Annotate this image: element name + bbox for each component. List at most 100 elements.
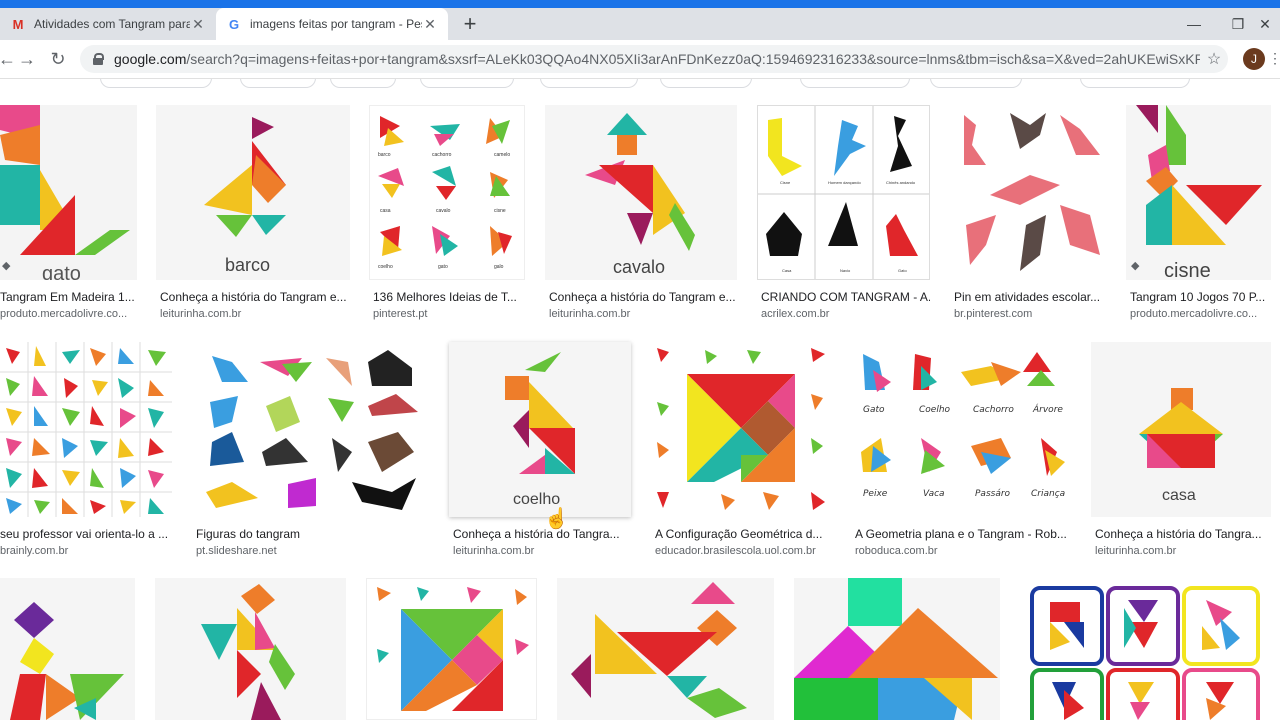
tangram-grid-image: barco cachorro camelo casa cavalo cisne … — [378, 116, 512, 270]
result-thumbnail[interactable] — [651, 342, 831, 517]
gmail-icon: M — [12, 16, 24, 32]
tangram-house2-image — [794, 578, 998, 720]
result-thumbnail[interactable] — [950, 105, 1106, 280]
result-thumbnail[interactable] — [366, 578, 537, 720]
result-thumbnail[interactable] — [0, 578, 135, 720]
result-thumbnail[interactable] — [557, 578, 774, 720]
tangram-brainly-grid-image — [0, 342, 172, 517]
result-source[interactable]: roboduca.com.br — [855, 545, 1071, 557]
image-label: cavalo — [613, 257, 665, 277]
result-thumbnail[interactable] — [1020, 578, 1271, 720]
result-source[interactable]: leiturinha.com.br — [453, 545, 631, 557]
result-title[interactable]: Tangram Em Madeira 1... — [0, 290, 137, 304]
more-menu-icon[interactable]: ⋮ — [1268, 50, 1280, 67]
result-title[interactable]: Conheça a história do Tangram e... — [549, 290, 737, 304]
svg-text:Gato: Gato — [863, 405, 885, 415]
result-title[interactable]: Conheça a história do Tangram e... — [160, 290, 350, 304]
close-window-button[interactable]: ✕ — [1250, 8, 1280, 40]
result-source[interactable]: produto.mercadolivre.co... — [1130, 308, 1271, 320]
svg-text:casa: casa — [380, 208, 391, 214]
close-icon[interactable]: ✕ — [190, 16, 206, 33]
result-thumbnail[interactable]: barco cachorro camelo casa cavalo cisne … — [369, 105, 525, 280]
result-thumbnail[interactable]: gato ◆ — [0, 105, 137, 280]
result-thumbnail[interactable]: Cisne Homem dançando Chinês andando Casa… — [757, 105, 930, 280]
svg-text:Criança: Criança — [1031, 489, 1065, 499]
result-source[interactable]: leiturinha.com.br — [1095, 545, 1271, 557]
result-title[interactable]: Figuras do tangram — [196, 527, 429, 541]
svg-text:Casa: Casa — [782, 268, 792, 273]
result-source[interactable]: leiturinha.com.br — [549, 308, 737, 320]
url-field[interactable]: google.com/search?q=imagens+feitas+por+t… — [80, 45, 1228, 73]
result-thumbnail[interactable]: coelho — [449, 342, 631, 517]
star-icon[interactable]: ☆ — [1200, 49, 1228, 69]
result-thumbnail[interactable] — [794, 578, 1000, 720]
tangram-boat-image: barco — [204, 117, 286, 275]
result-title[interactable]: A Configuração Geométrica d... — [655, 527, 831, 541]
result-thumbnail[interactable] — [0, 342, 172, 517]
image-label: gato — [42, 263, 81, 280]
result-thumbnail[interactable]: casa — [1091, 342, 1271, 517]
result-title[interactable]: A Geometria plana e o Tangram - Rob... — [855, 527, 1071, 541]
hand-cursor-icon: ☝ — [544, 508, 569, 530]
svg-text:Árvore: Árvore — [1032, 403, 1063, 415]
tangram-letters-image — [1030, 586, 1260, 720]
result-title[interactable]: Pin em atividades escolar... — [954, 290, 1106, 304]
svg-text:barco: barco — [378, 152, 391, 158]
filter-chip[interactable] — [1080, 79, 1190, 88]
result-source[interactable]: brainly.com.br — [0, 545, 172, 557]
svg-text:Peixe: Peixe — [863, 489, 888, 499]
result-source[interactable]: produto.mercadolivre.co... — [0, 308, 137, 320]
svg-text:Navio: Navio — [840, 268, 851, 273]
tab-atividades[interactable]: M Atividades com Tangram para 3º ✕ — [0, 8, 216, 40]
result-source[interactable]: pinterest.pt — [373, 308, 525, 320]
filter-chip[interactable] — [660, 79, 752, 88]
result-thumbnail[interactable]: barco — [156, 105, 350, 280]
url-text[interactable]: google.com/search?q=imagens+feitas+por+t… — [114, 51, 1200, 67]
svg-text:Homem dançando: Homem dançando — [828, 180, 861, 185]
new-tab-button[interactable]: + — [458, 12, 482, 36]
result-thumbnail[interactable] — [155, 578, 346, 720]
result-thumbnail[interactable]: cavalo — [545, 105, 737, 280]
result-thumbnail[interactable] — [192, 342, 429, 517]
result-title[interactable]: seu professor vai orienta-lo a ... — [0, 527, 172, 541]
tangram-swan-image: cisne — [1136, 105, 1262, 280]
tangram-square2-image — [377, 587, 529, 711]
avatar[interactable]: J — [1243, 48, 1265, 70]
reload-icon[interactable]: ↻ — [47, 48, 69, 70]
filter-chip[interactable] — [420, 79, 514, 88]
result-source[interactable]: pt.slideshare.net — [196, 545, 429, 557]
result-thumbnail[interactable]: cisne ◆ — [1126, 105, 1271, 280]
svg-text:coelho: coelho — [378, 264, 393, 270]
filter-chip[interactable] — [330, 79, 396, 88]
result-source[interactable]: acrilex.com.br — [761, 308, 930, 320]
result-thumbnail[interactable]: Gato Coelho Cachorro Árvore Peixe Vaca Passár… — [851, 342, 1071, 517]
image-label: cisne — [1164, 260, 1211, 280]
result-source[interactable]: leiturinha.com.br — [160, 308, 350, 320]
tab-strip: M Atividades com Tangram para 3º ✕ G ima… — [0, 8, 1280, 40]
result-title[interactable]: CRIANDO COM TANGRAM - A... — [761, 290, 930, 304]
svg-text:Cisne: Cisne — [780, 180, 791, 185]
result-source[interactable]: br.pinterest.com — [954, 308, 1106, 320]
filter-chip[interactable] — [100, 79, 212, 88]
result-title[interactable]: Tangram 10 Jogos 70 P... — [1130, 290, 1271, 304]
filter-chip[interactable] — [540, 79, 638, 88]
result-source[interactable]: educador.brasilescola.uol.com.br — [655, 545, 831, 557]
result-title[interactable]: Conheça a história do Tangra... — [1095, 527, 1271, 541]
tangram-running-image — [571, 582, 747, 718]
lock-icon[interactable] — [92, 53, 104, 65]
result-title[interactable]: Conheça a história do Tangra... — [453, 527, 631, 541]
forward-icon[interactable]: → — [16, 48, 38, 70]
minimize-button[interactable]: — — [1174, 8, 1214, 40]
filter-chip[interactable] — [240, 79, 316, 88]
tangram-square-image — [657, 348, 825, 510]
filter-chips — [0, 79, 1280, 91]
result-title[interactable]: 136 Melhores Ideias de T... — [373, 290, 525, 304]
image-results: gato ◆ Tangram Em Madeira 1... produto.m… — [0, 79, 1280, 720]
tangram-pink-animals-image — [964, 113, 1100, 271]
filter-chip[interactable] — [800, 79, 910, 88]
tab-imagens[interactable]: G imagens feitas por tangram - Pes ✕ — [216, 8, 448, 40]
tangram-duck-image — [10, 602, 124, 720]
image-label: casa — [1162, 487, 1196, 504]
filter-chip[interactable] — [930, 79, 1022, 88]
close-icon[interactable]: ✕ — [422, 16, 438, 33]
